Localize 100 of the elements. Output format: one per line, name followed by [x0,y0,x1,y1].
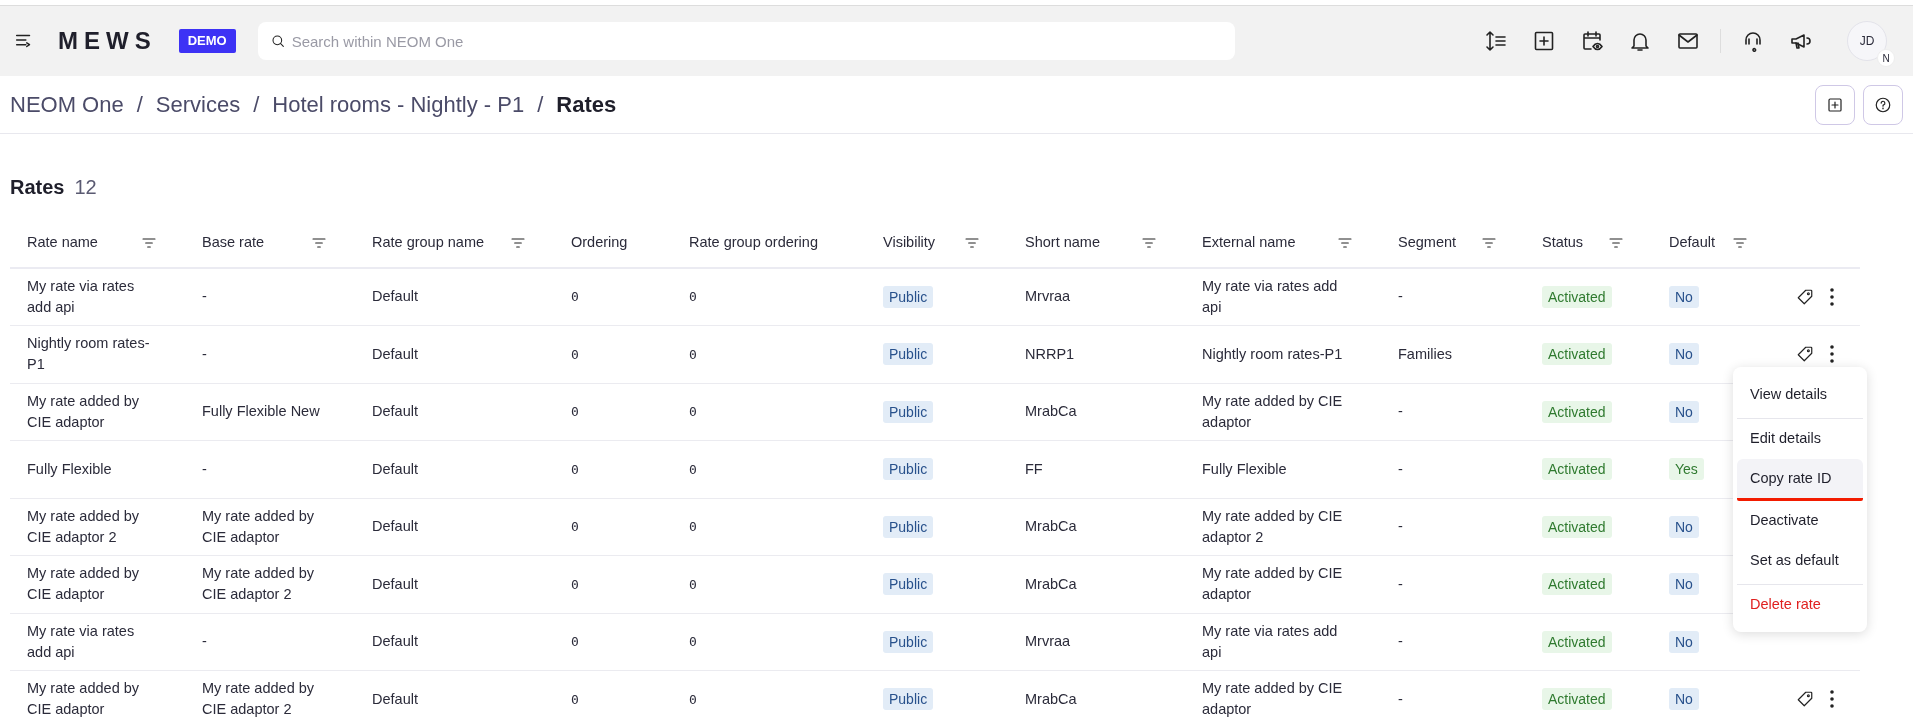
table-cell: Default [372,288,418,305]
table-cell: - [1398,518,1403,535]
table-cell: Default [372,345,418,362]
visibility-badge: Public [883,630,934,653]
default-badge: Yes [1669,458,1704,481]
menu-item[interactable]: Copy rate ID [1737,458,1863,502]
environment-badge: DEMO [178,29,236,53]
table-cell: 0 [689,289,697,305]
visibility-badge: Public [883,400,934,423]
visibility-badge: Public [883,573,934,596]
logo: MEWS [58,26,157,56]
more-button[interactable] [1830,345,1834,364]
table-cell: - [1398,460,1403,477]
table-cell: 0 [571,576,579,592]
status-badge: Activated [1542,343,1612,366]
default-badge: No [1669,515,1699,538]
table-cell: My rate added by CIE adaptor 2 [27,507,140,545]
table-cell: 0 [571,519,579,535]
table-cell: - [1398,288,1403,305]
table-cell: My rate added by CIE adaptor [1202,392,1343,430]
breadcrumb-link[interactable]: NEOM One [10,88,124,121]
table-cell: My rate added by CIE adaptor 2 [1202,507,1343,545]
menu-item[interactable]: Deactivate [1737,501,1863,541]
status-badge: Activated [1542,573,1612,596]
column-header: Base rate [202,232,265,252]
kebab-icon [1830,288,1834,306]
tag-button[interactable] [1796,690,1814,709]
column-header: Rate group name [372,232,485,252]
table-cell: My rate added by CIE adaptor [27,565,140,603]
column-header: Default [1669,232,1715,252]
item-count: 12 [74,175,97,200]
table-cell: 0 [571,404,579,420]
default-badge: No [1669,343,1699,366]
more-button[interactable] [1830,690,1834,709]
help-button[interactable] [1863,84,1903,125]
visibility-badge: Public [883,343,934,366]
table-cell: - [1398,633,1403,650]
more-button[interactable] [1830,288,1834,306]
search-field[interactable]: Search within NEOM One [257,22,1235,60]
status-badge: Activated [1542,688,1612,711]
table-cell: Fully Flexible New [202,403,320,420]
column-header: External name [1202,232,1296,252]
table-cell: FF [1025,460,1043,477]
table-cell: 0 [689,634,697,650]
table-cell: My rate via rates add api [27,622,135,660]
default-badge: No [1669,688,1699,711]
tag-icon [1796,345,1814,364]
menu-item[interactable]: Set as default [1737,540,1863,580]
table-cell: - [202,460,207,477]
table-cell: My rate added by CIE adaptor [1202,680,1343,718]
section-title: Rates [10,175,65,200]
table-cell: 0 [571,289,579,305]
tag-button[interactable] [1796,345,1814,364]
table-cell: My rate added by CIE adaptor [27,392,140,430]
breadcrumb-separator: / [537,91,544,119]
default-badge: No [1669,400,1699,423]
table-cell: MrabCa [1025,403,1077,420]
column-header: Short name [1025,232,1100,252]
tag-button[interactable] [1796,288,1814,306]
tag-icon [1796,288,1814,306]
table-cell: My rate added by CIE adaptor 2 [202,565,315,603]
help-icon [1874,95,1892,114]
menu-item[interactable]: Edit details [1737,418,1863,459]
table-cell: My rate added by CIE adaptor 2 [202,680,315,718]
breadcrumb-separator: / [253,91,260,119]
add-button[interactable] [1815,84,1855,125]
table-cell: NRRP1 [1025,345,1075,362]
default-badge: No [1669,285,1699,309]
default-badge: No [1669,630,1699,653]
kebab-icon [1830,690,1834,709]
breadcrumb-separator: / [136,91,143,119]
table-cell: - [1398,575,1403,592]
sort-icon [1484,29,1508,53]
menu-item[interactable]: Delete rate [1737,583,1863,625]
table-cell: Default [372,633,418,650]
menu-item[interactable]: View details [1737,375,1863,415]
table-cell: MrabCa [1025,575,1077,592]
table-cell: My rate added by CIE adaptor [1202,565,1343,603]
column-header: Rate name [27,232,98,252]
default-badge: No [1669,573,1699,596]
breadcrumb-link[interactable]: Services [155,88,241,121]
table-cell: - [1398,690,1403,707]
table-cell: Mrvraa [1025,633,1071,650]
table-cell: - [1398,403,1403,420]
table-cell: 0 [571,634,579,650]
kebab-icon [1830,345,1834,364]
visibility-badge: Public [883,458,934,481]
column-header: Segment [1398,232,1457,252]
status-badge: Activated [1542,400,1612,423]
visibility-badge: Public [883,688,934,711]
table-cell: Default [372,403,418,420]
table-cell: My rate via rates add api [1202,278,1338,315]
table-cell: Fully Flexible [1202,460,1287,477]
table-cell: 0 [689,691,697,707]
breadcrumb-link[interactable]: Hotel rooms - Nightly - P1 [272,88,525,121]
avatar-badge: N [1877,49,1895,67]
table-cell: 0 [689,461,697,477]
table-cell: - [202,288,207,305]
table-cell: - [202,633,207,650]
table-cell: 0 [571,461,579,477]
